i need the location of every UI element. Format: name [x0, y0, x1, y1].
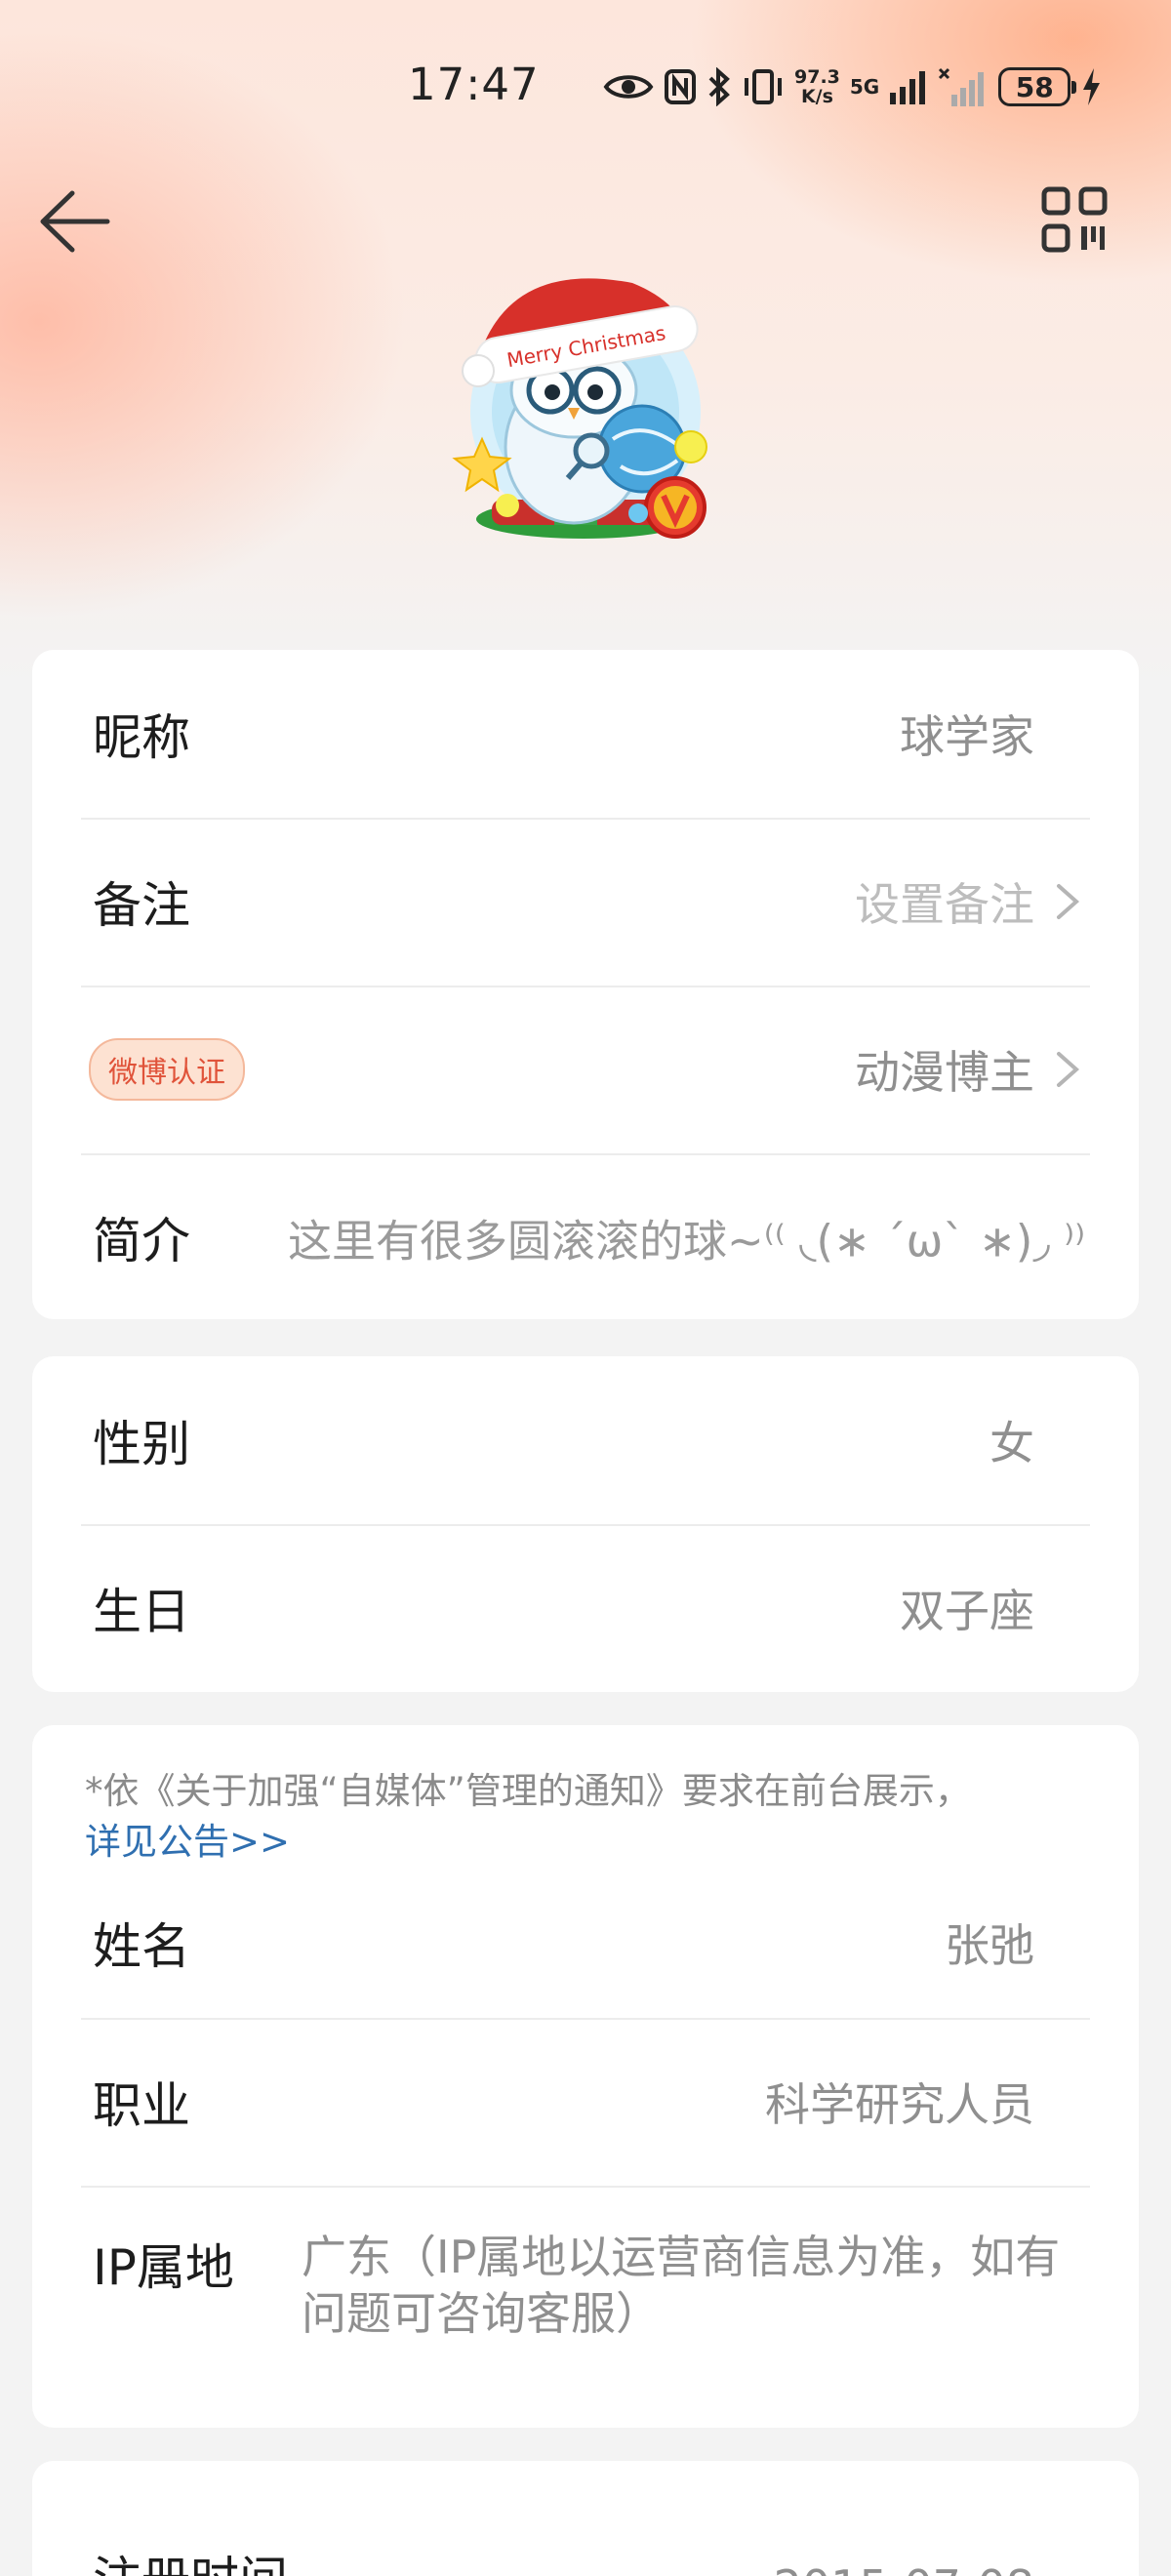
chevron-right-icon	[1057, 1052, 1080, 1087]
nickname-label: 昵称	[93, 709, 190, 766]
battery-level: 58	[1015, 70, 1054, 103]
owl-avatar-image: Merry Christmas	[452, 278, 707, 539]
remark-row[interactable]: 备注 设置备注	[32, 818, 1139, 986]
intro-row: 简介 这里有很多圆滚滚的球~⁽⁽ ◟(∗ ˊωˋ ∗)◞ ⁾⁾	[32, 1153, 1139, 1321]
job-label: 职业	[93, 2077, 190, 2134]
charging-icon	[1083, 68, 1101, 105]
verification-row[interactable]: 微博认证 动漫博主	[32, 986, 1139, 1153]
ip-location-row: IP属地 广东（IP属地以运营商信息为准，如有问题可咨询客服）	[32, 2186, 1139, 2410]
ip-location-value: 广东（IP属地以运营商信息为准，如有问题可咨询客服）	[302, 2231, 1061, 2340]
speed-unit: K/s	[800, 86, 833, 107]
birthday-value: 双子座	[900, 1585, 1034, 1637]
status-icons: 97.3 K/s 5G 58	[603, 60, 1102, 113]
avatar[interactable]: Merry Christmas	[447, 244, 720, 556]
arrow-left-icon	[40, 190, 110, 253]
signal-off-icon	[939, 67, 985, 106]
intro-value: 这里有很多圆滚滚的球~⁽⁽ ◟(∗ ˊωˋ ∗)◞ ⁾⁾	[288, 1215, 1086, 1268]
name-row: 姓名 张弛	[32, 1868, 1139, 2018]
intro-label: 简介	[93, 1213, 190, 1269]
remark-value: 设置备注	[855, 878, 1034, 931]
battery-indicator: 58	[998, 67, 1077, 106]
gender-label: 性别	[93, 1416, 190, 1472]
status-bar: 17:47 97.3 K/s 5G 58	[0, 39, 1171, 137]
register-card: 注册时间 2015-07-08	[32, 2461, 1139, 2576]
back-button[interactable]	[35, 185, 113, 258]
network-type: 5G	[849, 75, 880, 99]
gender-value: 女	[989, 1417, 1034, 1469]
nickname-value: 球学家	[900, 710, 1034, 763]
eye-icon	[603, 75, 654, 99]
signal-icon	[890, 71, 926, 104]
notice-text: *依《关于加强“自媒体”管理的通知》要求在前台展示，	[85, 1770, 971, 1812]
job-value: 科学研究人员	[765, 2078, 1034, 2131]
register-row: 注册时间 2015-07-08	[32, 2461, 1139, 2576]
job-row: 职业 科学研究人员	[32, 2018, 1139, 2186]
bluetooth-icon	[708, 67, 730, 106]
basic-info-card: 昵称 球学家 备注 设置备注 微博认证 动漫博主 简介 这里有很多圆滚滚的球~⁽…	[32, 650, 1139, 1319]
ip-location-label: IP属地	[93, 2239, 234, 2296]
name-label: 姓名	[93, 1918, 190, 1975]
verified-value: 动漫博主	[855, 1046, 1034, 1099]
remark-label: 备注	[93, 877, 190, 934]
register-label: 注册时间	[93, 2541, 288, 2576]
birthday-row: 生日 双子座	[32, 1524, 1139, 1692]
network-speed: 97.3 K/s	[794, 67, 840, 106]
personal-info-card: 性别 女 生日 双子座	[32, 1356, 1139, 1692]
speed-value: 97.3	[794, 66, 840, 88]
vibrate-icon	[745, 69, 782, 104]
identity-notice: *依《关于加强“自媒体”管理的通知》要求在前台展示， 详见公告>>	[32, 1725, 1139, 1868]
name-value: 张弛	[945, 1919, 1034, 1972]
birthday-label: 生日	[93, 1584, 190, 1640]
nfc-icon	[665, 69, 696, 104]
register-value: 2015-07-08	[774, 2560, 1034, 2576]
verified-badge: 微博认证	[89, 1038, 245, 1101]
qr-code-icon	[1041, 186, 1108, 253]
chevron-right-icon	[1057, 884, 1080, 919]
notice-link[interactable]: 详见公告>>	[85, 1817, 1086, 1868]
status-time: 17:47	[408, 59, 540, 110]
qr-code-button[interactable]	[1040, 185, 1109, 254]
gender-row: 性别 女	[32, 1356, 1139, 1524]
nickname-row: 昵称 球学家	[32, 650, 1139, 818]
identity-info-card: *依《关于加强“自媒体”管理的通知》要求在前台展示， 详见公告>> 姓名 张弛 …	[32, 1725, 1139, 2428]
